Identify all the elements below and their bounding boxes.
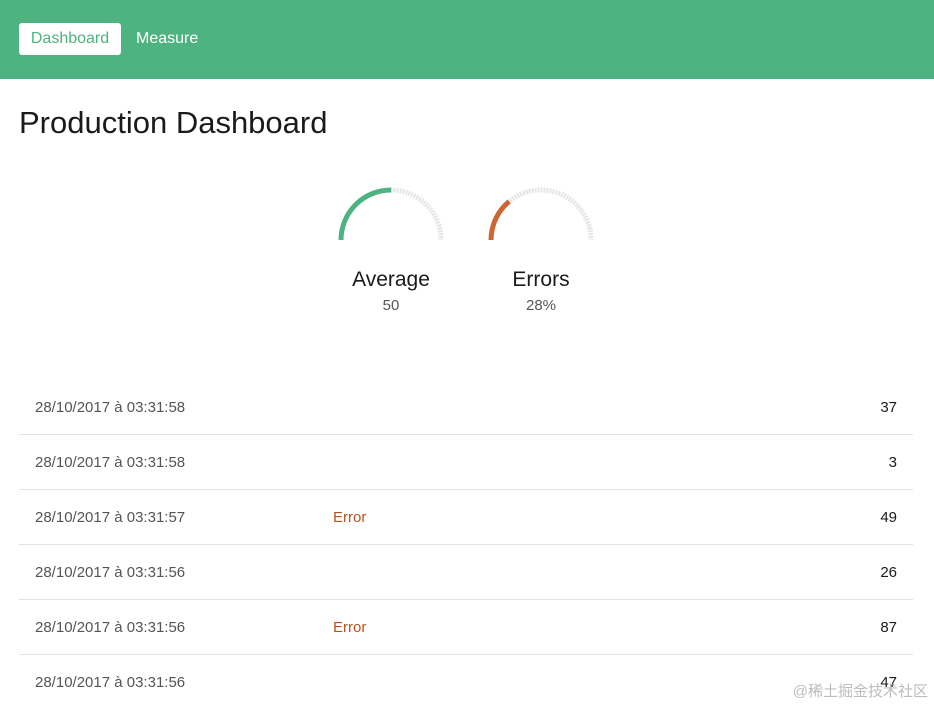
row-timestamp: 28/10/2017 à 03:31:56 bbox=[35, 564, 185, 581]
top-navbar: Dashboard Measure bbox=[0, 0, 934, 79]
row-timestamp: 28/10/2017 à 03:31:58 bbox=[35, 454, 185, 471]
row-status: Error bbox=[333, 509, 366, 526]
nav-tab-measure[interactable]: Measure bbox=[136, 23, 198, 55]
row-value: 26 bbox=[880, 564, 897, 581]
gauge-average-arc bbox=[331, 182, 451, 244]
gauge-track bbox=[491, 190, 591, 240]
gauge-average: Average 50 bbox=[326, 182, 456, 317]
gauge-fill bbox=[341, 190, 441, 240]
nav-tab-dashboard[interactable]: Dashboard bbox=[19, 23, 121, 55]
row-status: Error bbox=[333, 619, 366, 636]
gauge-track bbox=[341, 190, 441, 240]
row-timestamp: 28/10/2017 à 03:31:57 bbox=[35, 509, 185, 526]
gauge-label: Errors bbox=[476, 268, 606, 292]
table-row[interactable]: 28/10/2017 à 03:31:58 37 bbox=[19, 380, 913, 435]
row-timestamp: 28/10/2017 à 03:31:56 bbox=[35, 619, 185, 636]
row-timestamp: 28/10/2017 à 03:31:58 bbox=[35, 399, 185, 416]
row-value: 37 bbox=[880, 399, 897, 416]
table-row[interactable]: 28/10/2017 à 03:31:56 Error 87 bbox=[19, 600, 913, 655]
table-row[interactable]: 28/10/2017 à 03:31:56 47 bbox=[19, 655, 913, 709]
gauge-errors: Errors 28% bbox=[476, 182, 606, 317]
table-row[interactable]: 28/10/2017 à 03:31:56 26 bbox=[19, 545, 913, 600]
gauge-label: Average bbox=[326, 268, 456, 292]
measurements-table: 28/10/2017 à 03:31:58 37 28/10/2017 à 03… bbox=[19, 380, 913, 709]
row-value: 87 bbox=[880, 619, 897, 636]
row-value: 3 bbox=[889, 454, 897, 471]
watermark: @稀土掘金技术社区 bbox=[793, 680, 928, 701]
row-value: 49 bbox=[880, 509, 897, 526]
page-title: Production Dashboard bbox=[19, 102, 327, 144]
row-timestamp: 28/10/2017 à 03:31:56 bbox=[35, 674, 185, 691]
table-row[interactable]: 28/10/2017 à 03:31:58 3 bbox=[19, 435, 913, 490]
gauge-value: 28% bbox=[476, 297, 606, 314]
table-row[interactable]: 28/10/2017 à 03:31:57 Error 49 bbox=[19, 490, 913, 545]
gauge-errors-arc bbox=[481, 182, 601, 244]
gauge-value: 50 bbox=[326, 297, 456, 314]
gauge-fill bbox=[491, 190, 591, 240]
